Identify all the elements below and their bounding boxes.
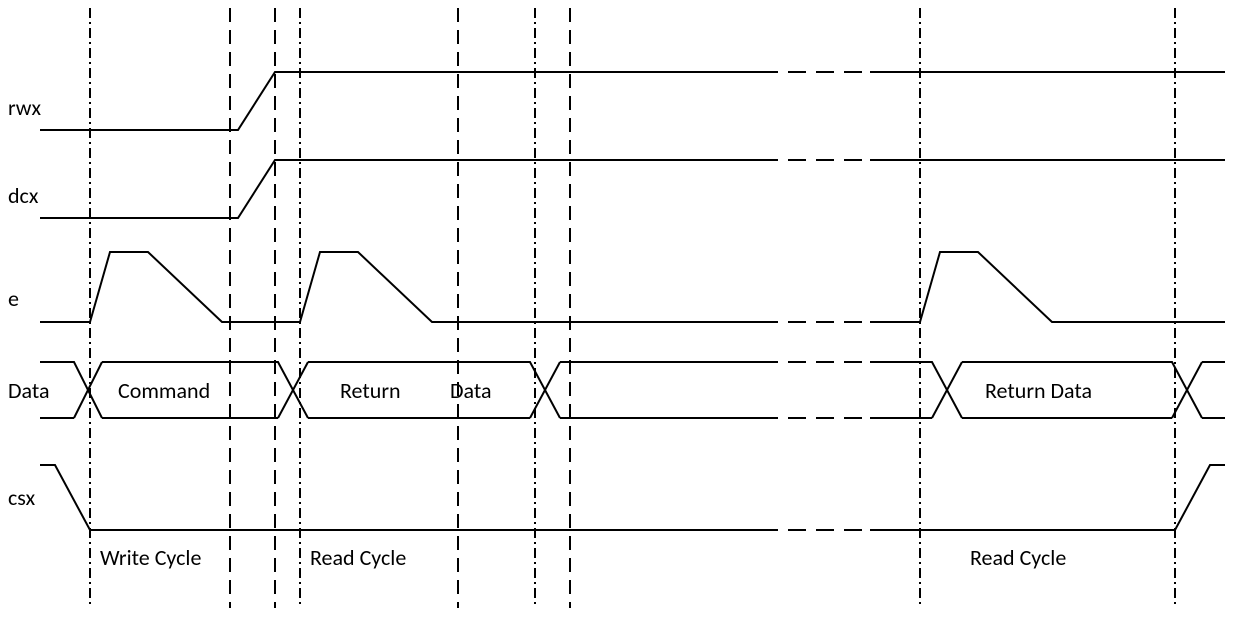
bus-label-return-data-1b: Data xyxy=(450,377,492,404)
bus-label-return-data-2: Return Data xyxy=(985,377,1092,404)
signal-label-dcx: dcx xyxy=(8,182,39,209)
cycle-label-write: Write Cycle xyxy=(100,544,201,571)
signal-label-rwx: rwx xyxy=(8,94,42,121)
bus-label-return-data-1a: Return xyxy=(340,377,401,404)
cycle-label-read-1: Read Cycle xyxy=(310,544,406,571)
signal-label-data: Data xyxy=(8,377,50,404)
signal-label-e: e xyxy=(8,285,19,312)
signal-label-csx: csx xyxy=(8,484,36,511)
cycle-label-read-2: Read Cycle xyxy=(970,544,1066,571)
bus-label-command: Command xyxy=(118,377,210,404)
